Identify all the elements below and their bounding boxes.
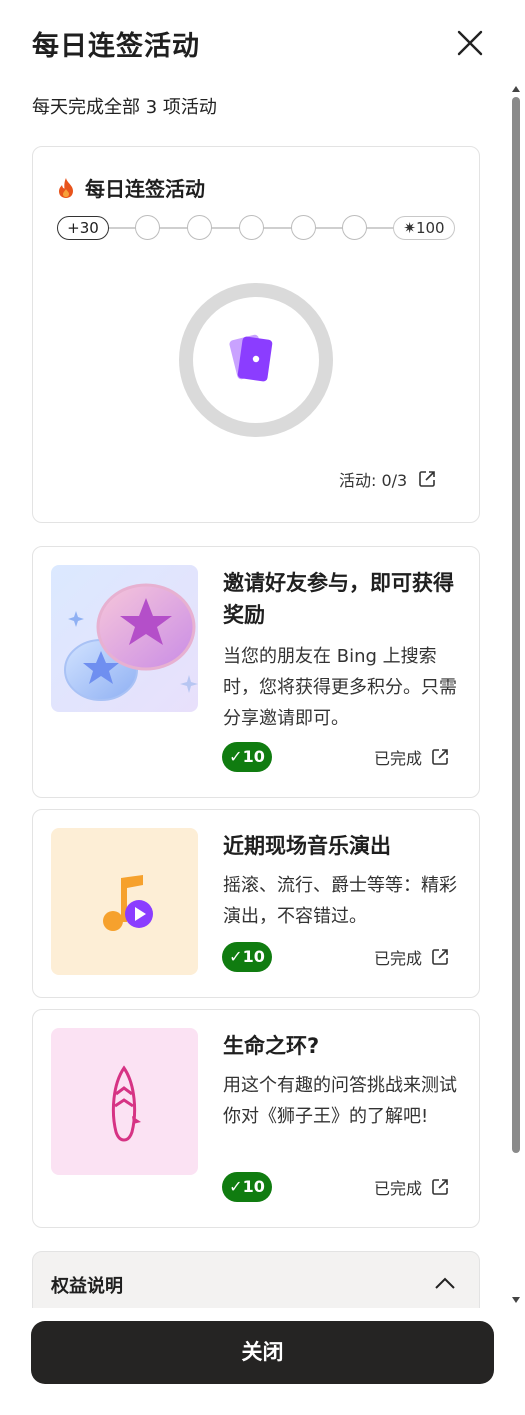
task-title: 近期现场音乐演出	[223, 834, 391, 858]
dialog-panel: 每日连签活动 每天完成全部 3 项活动 每日连签活动 +30 ✷100 活动: …	[0, 0, 525, 1415]
cards-icon	[229, 334, 273, 382]
scrollbar-down-arrow[interactable]	[512, 1297, 520, 1303]
scrollbar-up-arrow[interactable]	[512, 86, 520, 92]
activity-count-text: 活动: 0/3	[339, 471, 408, 490]
task-title: 生命之环?	[223, 1034, 320, 1058]
dialog-subtitle: 每天完成全部 3 项活动	[32, 97, 217, 118]
external-link-icon	[419, 471, 436, 487]
external-link-icon	[432, 749, 448, 765]
streak-title: 每日连签活动	[85, 177, 205, 201]
task-title: 邀请好友参与，即可获得奖励	[223, 571, 454, 627]
streak-card-header: 每日连签活动	[57, 173, 205, 202]
streak-end-pill: ✷100	[393, 216, 455, 240]
close-icon[interactable]	[455, 28, 485, 58]
streak-day-dot	[291, 215, 316, 240]
external-link-icon	[432, 1179, 448, 1195]
task-status: 已完成	[374, 749, 423, 768]
surfboard-icon	[51, 1028, 198, 1175]
streak-start-pill: +30	[57, 216, 109, 240]
streak-day-dot	[239, 215, 264, 240]
task-status: 已完成	[374, 1179, 423, 1198]
chevron-up-icon[interactable]	[433, 1272, 457, 1296]
points-badge: ✓10	[222, 1172, 272, 1202]
points-badge: ✓10	[222, 742, 272, 772]
streak-day-dot	[135, 215, 160, 240]
activity-progress-ring	[179, 283, 333, 437]
coins-image	[51, 565, 198, 712]
task-thumbnail	[51, 1028, 198, 1175]
task-thumbnail	[51, 565, 198, 712]
task-status-link[interactable]: 已完成	[374, 745, 450, 769]
task-status-link[interactable]: 已完成	[374, 945, 450, 969]
activity-count[interactable]: 活动: 0/3	[339, 467, 437, 491]
dialog-title: 每日连签活动	[32, 31, 200, 62]
task-card[interactable]: 邀请好友参与，即可获得奖励 当您的朋友在 Bing 上搜索时，您将获得更多积分。…	[32, 546, 480, 798]
points-badge: ✓10	[222, 942, 272, 972]
close-button[interactable]: 关闭	[31, 1321, 494, 1384]
flame-icon	[59, 177, 73, 198]
streak-day-dot	[187, 215, 212, 240]
task-thumbnail	[51, 828, 198, 975]
task-description: 摇滚、流行、爵士等等：精彩演出，不容错过。	[223, 875, 457, 927]
task-status: 已完成	[374, 949, 423, 968]
streak-card: 每日连签活动 +30 ✷100 活动: 0/3	[32, 146, 480, 523]
benefits-label: 权益说明	[51, 1276, 123, 1297]
task-card[interactable]: 近期现场音乐演出 摇滚、流行、爵士等等：精彩演出，不容错过。 ✓10 已完成	[32, 809, 480, 998]
streak-day-dot	[342, 215, 367, 240]
task-description: 用这个有趣的问答挑战来测试你对《狮子王》的了解吧!	[223, 1075, 457, 1127]
music-note-icon	[51, 828, 198, 975]
scrollbar-thumb[interactable]	[512, 97, 520, 1153]
task-card[interactable]: 生命之环? 用这个有趣的问答挑战来测试你对《狮子王》的了解吧! ✓10 已完成	[32, 1009, 480, 1228]
task-description: 当您的朋友在 Bing 上搜索时，您将获得更多积分。只需分享邀请即可。	[223, 646, 457, 729]
task-status-link[interactable]: 已完成	[374, 1175, 450, 1199]
external-link-icon	[432, 949, 448, 965]
